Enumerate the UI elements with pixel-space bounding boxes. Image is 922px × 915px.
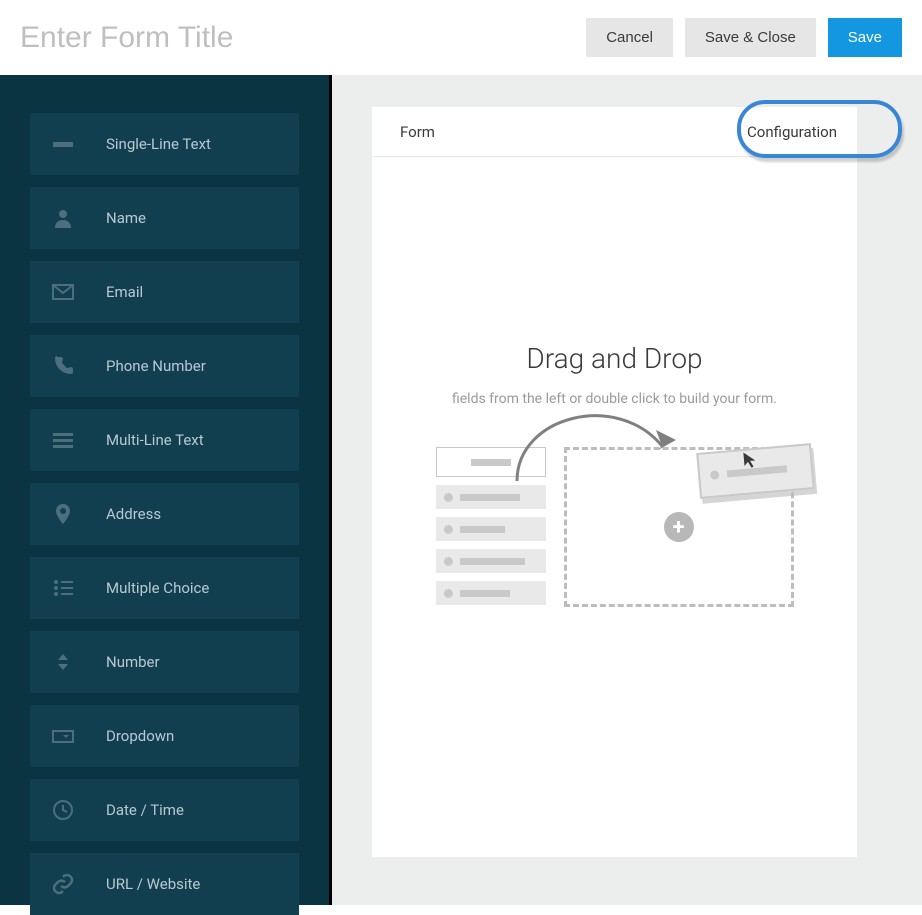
dropzone[interactable]: Drag and Drop fields from the left or do… [372, 157, 857, 613]
save-button[interactable]: Save [828, 18, 902, 57]
tabs: Form Configuration [372, 107, 857, 157]
radio-list-icon [48, 576, 78, 600]
cancel-button[interactable]: Cancel [586, 18, 673, 57]
field-single-line-text[interactable]: Single-Line Text [30, 113, 299, 175]
phone-icon [48, 354, 78, 378]
field-label: Date / Time [106, 801, 184, 819]
field-multi-line-text[interactable]: Multi-Line Text [30, 409, 299, 471]
sort-icon [48, 650, 78, 674]
header-buttons: Cancel Save & Close Save [586, 18, 902, 57]
illustration-dragging-item [696, 443, 815, 499]
clock-icon [48, 798, 78, 822]
tab-form[interactable]: Form [400, 123, 435, 141]
field-label: Dropdown [106, 727, 174, 745]
dropzone-title: Drag and Drop [372, 342, 857, 375]
form-title-input[interactable] [20, 21, 420, 55]
field-label: Address [106, 505, 161, 523]
field-multiple-choice[interactable]: Multiple Choice [30, 557, 299, 619]
field-date-time[interactable]: Date / Time [30, 779, 299, 841]
illustration-drop-area: + [564, 447, 794, 607]
form-canvas: Form Configuration Drag and Drop fields … [372, 107, 857, 857]
pin-icon [48, 502, 78, 526]
field-label: Phone Number [106, 357, 206, 375]
field-address[interactable]: Address [30, 483, 299, 545]
field-label: Multi-Line Text [106, 431, 204, 449]
text-short-icon [48, 132, 78, 156]
body: Single-Line Text Name Email Phone Number [0, 75, 922, 905]
field-label: URL / Website [106, 875, 200, 893]
person-icon [48, 206, 78, 230]
field-label: Single-Line Text [106, 135, 211, 153]
field-phone[interactable]: Phone Number [30, 335, 299, 397]
save-close-button[interactable]: Save & Close [685, 18, 816, 57]
text-lines-icon [48, 428, 78, 452]
field-email[interactable]: Email [30, 261, 299, 323]
link-icon [48, 872, 78, 896]
envelope-icon [48, 280, 78, 304]
plus-icon: + [664, 512, 694, 542]
tab-configuration[interactable]: Configuration [747, 123, 837, 141]
field-url[interactable]: URL / Website [30, 853, 299, 915]
field-label: Email [106, 283, 143, 301]
main: Form Configuration Drag and Drop fields … [332, 75, 922, 905]
field-dropdown[interactable]: Dropdown [30, 705, 299, 767]
cursor-icon [740, 450, 760, 470]
field-label: Number [106, 653, 160, 671]
arrow-icon [497, 386, 687, 496]
dropdown-icon [48, 724, 78, 748]
field-label: Multiple Choice [106, 579, 209, 597]
field-number[interactable]: Number [30, 631, 299, 693]
dropzone-illustration: + [372, 447, 857, 613]
sidebar: Single-Line Text Name Email Phone Number [0, 75, 332, 905]
field-label: Name [106, 209, 146, 227]
field-name[interactable]: Name [30, 187, 299, 249]
header: Cancel Save & Close Save [0, 0, 922, 75]
